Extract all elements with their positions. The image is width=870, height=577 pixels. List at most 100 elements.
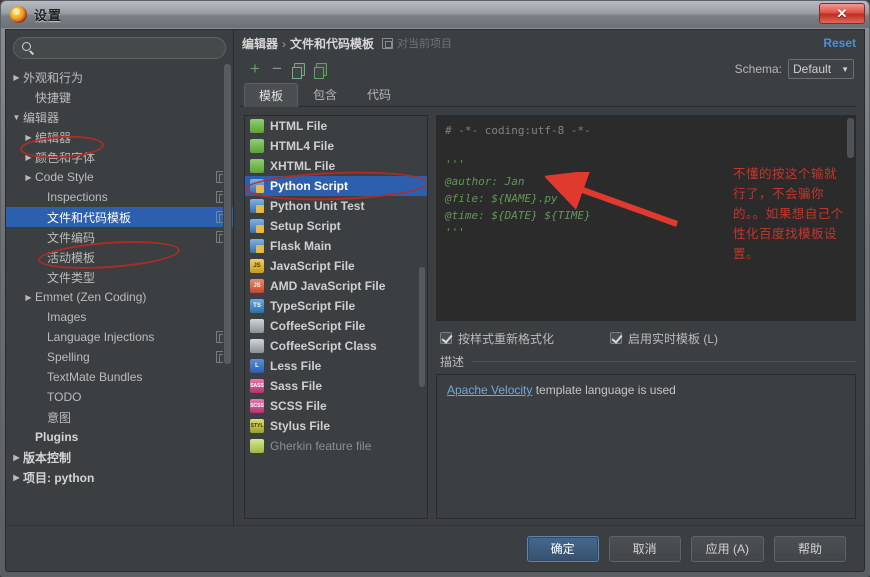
sidebar-item[interactable]: Images [6,307,233,327]
list-item[interactable]: HTML4 File [245,136,427,156]
template-list-scrollbar[interactable] [418,117,426,517]
chevron-down-icon: ▼ [841,64,849,74]
sidebar-scroll-thumb[interactable] [224,64,231,364]
apache-velocity-link[interactable]: Apache Velocity [447,383,532,397]
settings-dialog: ▶ 外观和行为 快捷键 ▼ 编辑器 ▶ 编辑器 ▶ 颜色和字体 ▶ Code Style Inspec… [5,29,865,572]
sidebar-item[interactable]: 文件编码 [6,227,233,247]
chevron-right-icon[interactable]: ▶ [22,293,35,302]
list-item[interactable]: HTML File [245,116,427,136]
tab-1[interactable]: 包含 [298,82,352,106]
list-item-label: XHTML File [270,159,336,173]
sidebar-item[interactable]: ▶ 颜色和字体 [6,147,233,167]
breadcrumb-separator: › [282,36,287,51]
search-box[interactable] [13,37,226,59]
list-item[interactable]: Flask Main [245,236,427,256]
sidebar-item-label: TextMate Bundles [47,370,143,384]
reformat-checkbox[interactable]: 按样式重新格式化 [440,330,554,347]
sidebar-item[interactable]: ▶ 编辑器 [6,127,233,147]
list-item[interactable]: CoffeeScript File [245,316,427,336]
list-item[interactable]: L Less File [245,356,427,376]
sidebar-item[interactable]: 文件和代码模板 [6,207,233,227]
list-item-label: JavaScript File [270,259,355,273]
chevron-right-icon[interactable]: ▶ [22,153,35,162]
list-item[interactable]: JS AMD JavaScript File [245,276,427,296]
list-item[interactable]: XHTML File [245,156,427,176]
template-toolbar: + − Schema: Default ▼ [240,56,856,82]
sidebar-item[interactable]: ▼ 编辑器 [6,107,233,127]
template-code-editor[interactable]: # -*- coding:utf-8 -*- ''' @author: Jan @f… [436,115,856,321]
editor-scrollbar[interactable] [846,116,855,320]
template-list[interactable]: HTML File HTML4 File XHTML File Python Scri… [244,115,428,519]
remove-template-button[interactable]: − [266,59,288,79]
template-list-items: HTML File HTML4 File XHTML File Python Scri… [245,116,427,456]
html-file-icon [250,139,264,153]
sidebar-item[interactable]: ▶ 项目: python [6,467,233,487]
editor-scroll-thumb[interactable] [847,118,854,158]
sidebar-item[interactable]: 意图 [6,407,233,427]
js-file-icon: JS [250,259,264,273]
add-template-button[interactable]: + [244,59,266,79]
list-item[interactable]: CoffeeScript Class [245,336,427,356]
list-item-label: Flask Main [270,239,332,253]
list-item[interactable]: SCSS SCSS File [245,396,427,416]
list-item[interactable]: TS TypeScript File [245,296,427,316]
schema-control: Schema: Default ▼ [735,59,856,79]
copy-template-button[interactable] [288,59,310,79]
list-item[interactable]: JS JavaScript File [245,256,427,276]
sidebar-scrollbar[interactable] [223,62,232,519]
sidebar-item[interactable]: 活动模板 [6,247,233,267]
sidebar-item-label: 文件类型 [47,270,96,285]
sidebar-item[interactable]: 文件类型 [6,267,233,287]
sidebar-item-label: Images [47,310,87,324]
chevron-right-icon[interactable]: ▶ [10,73,23,82]
search-container [6,30,233,63]
list-item[interactable]: Setup Script [245,216,427,236]
sidebar-item[interactable]: 快捷键 [6,87,233,107]
sidebar-item[interactable]: Language Injections [6,327,233,347]
tab-0[interactable]: 模板 [244,83,299,107]
list-item[interactable]: Python Unit Test [245,196,427,216]
tab-2[interactable]: 代码 [352,82,406,106]
sidebar-item[interactable]: Inspections [6,187,233,207]
sidebar-item[interactable]: ▶ Emmet (Zen Coding) [6,287,233,307]
sidebar-item[interactable]: TODO [6,387,233,407]
cancel-button[interactable]: 取消 [608,535,681,562]
breadcrumb-root[interactable]: 编辑器 [242,37,278,51]
help-button[interactable]: 帮助 [774,535,846,562]
list-item-label: Setup Script [270,219,341,233]
close-icon[interactable]: ✕ [819,3,865,24]
description-label: 描述 [440,355,465,369]
copy-icon [291,62,305,79]
list-item-label: Python Script [270,179,349,193]
reset-link[interactable]: Reset [823,36,856,50]
list-item[interactable]: SASS Sass File [245,376,427,396]
sidebar-item[interactable]: ▶ 版本控制 [6,447,233,467]
search-input[interactable] [40,38,217,58]
chevron-right-icon[interactable]: ▶ [22,133,35,142]
ok-button[interactable]: 确定 [526,535,599,562]
coffee-file-icon [250,339,264,353]
chevron-right-icon[interactable]: ▶ [22,173,35,182]
chevron-right-icon[interactable]: ▶ [10,473,23,482]
template-list-scroll-thumb[interactable] [419,267,425,387]
sidebar-item[interactable]: ▶ 外观和行为 [6,67,233,87]
list-item[interactable]: Gherkin feature file [245,436,427,456]
list-item[interactable]: STYL Stylus File [245,416,427,436]
apply-button[interactable]: 应用 (A) [690,535,764,562]
py-file-icon [250,199,264,213]
sidebar-item[interactable]: TextMate Bundles [6,367,233,387]
sidebar-item-label: 编辑器 [35,130,72,145]
live-template-checkbox[interactable]: 启用实时模板 (L) [610,330,718,347]
sidebar-item[interactable]: Plugins [6,427,233,447]
sidebar-item-label: Emmet (Zen Coding) [35,290,147,304]
sidebar-item[interactable]: Spelling [6,347,233,367]
sidebar-item-label: 文件编码 [47,230,96,245]
chevron-down-icon[interactable]: ▼ [10,113,23,122]
sidebar-item[interactable]: ▶ Code Style [6,167,233,187]
checkbox-icon [610,332,623,344]
coffee-file-icon [250,319,264,333]
schema-dropdown[interactable]: Default ▼ [788,59,854,79]
list-item[interactable]: Python Script [245,176,427,196]
reset-template-button[interactable] [310,59,332,79]
chevron-right-icon[interactable]: ▶ [10,453,23,462]
